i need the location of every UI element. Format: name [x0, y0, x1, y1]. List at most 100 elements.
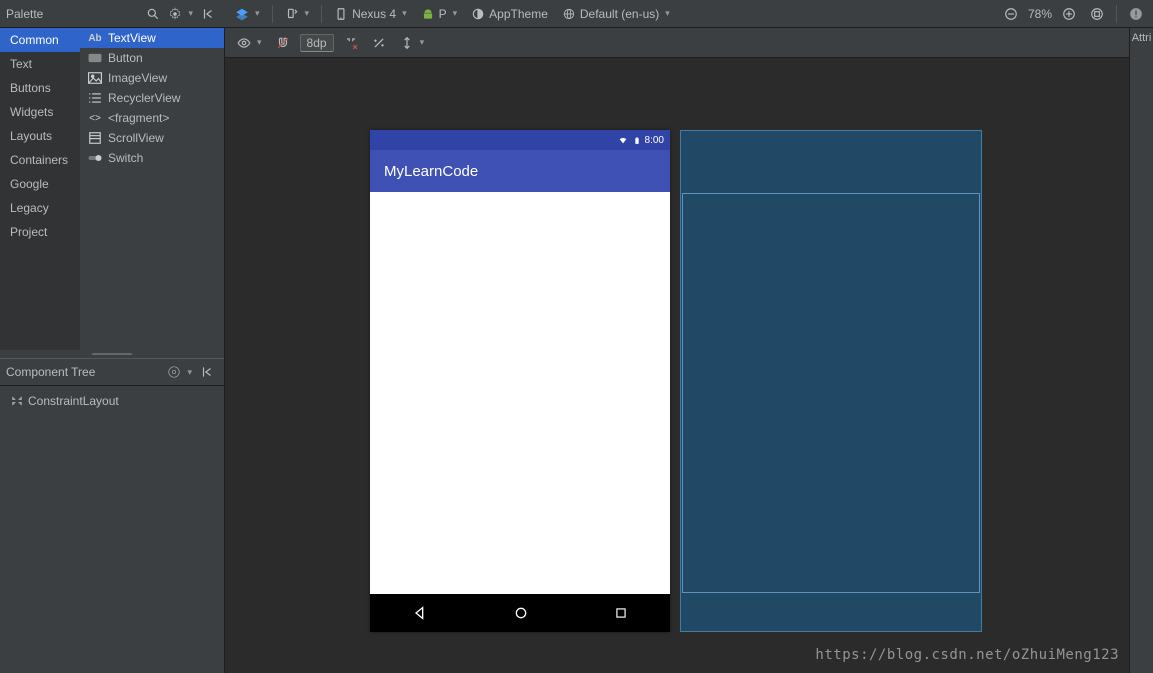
tree-collapse-button[interactable]	[196, 363, 218, 381]
textview-icon: Ab	[88, 31, 102, 45]
tree-settings-button[interactable]: ▾	[163, 363, 196, 381]
palette-component-item[interactable]: ImageView	[80, 68, 224, 88]
preview-content-area[interactable]	[370, 192, 670, 594]
palette-category-item[interactable]: Google	[0, 172, 80, 196]
zoom-in-icon	[1062, 7, 1076, 21]
palette-category-item[interactable]: Text	[0, 52, 80, 76]
api-selector[interactable]: P ▾	[417, 5, 462, 23]
tree-root-node[interactable]: ConstraintLayout	[10, 392, 214, 410]
zoom-fit-button[interactable]	[1086, 5, 1108, 23]
palette-category-item[interactable]: Buttons	[0, 76, 80, 100]
component-tree-header: Component Tree ▾	[0, 358, 224, 386]
palette-collapse-button[interactable]	[197, 5, 219, 23]
android-icon	[421, 7, 435, 21]
collapse-left-icon	[201, 7, 215, 21]
attributes-collapsed-panel[interactable]: Attri	[1129, 28, 1153, 673]
magnet-icon	[276, 36, 290, 50]
palette-components: AbTextView Button ImageView RecyclerView <><…	[80, 28, 224, 350]
layers-icon	[235, 7, 249, 21]
magnet-button[interactable]	[272, 34, 294, 52]
nav-home-icon	[513, 605, 529, 621]
palette-component-item[interactable]: ScrollView	[80, 128, 224, 148]
surfaces-button[interactable]: ▾	[231, 5, 264, 23]
palette-area: CommonTextButtonsWidgetsLayoutsContainer…	[0, 28, 224, 350]
zoom-out-icon	[1004, 7, 1018, 21]
palette-component-item[interactable]: Button	[80, 48, 224, 68]
design-canvas-panel: ▾ 8dp ▾ 8:00	[225, 28, 1129, 673]
recyclerview-icon	[88, 91, 102, 105]
palette-search-button[interactable]	[142, 5, 164, 23]
design-config-bar: ▾ ▾ Nexus 4 ▾ P ▾ AppTheme Default (en-u…	[225, 5, 1153, 23]
palette-component-item[interactable]: RecyclerView	[80, 88, 224, 108]
theme-selector[interactable]: AppTheme	[467, 5, 552, 23]
infer-constraints-button[interactable]	[368, 34, 390, 52]
component-label: ScrollView	[108, 131, 164, 145]
constraint-layout-icon	[10, 394, 24, 408]
preview-app-title: MyLearnCode	[384, 163, 478, 180]
blueprint-content-outline	[682, 193, 980, 593]
component-label: ImageView	[108, 71, 167, 85]
device-selector[interactable]: Nexus 4 ▾	[330, 5, 411, 23]
guidelines-button[interactable]: ▾	[396, 34, 429, 52]
palette-category-item[interactable]: Widgets	[0, 100, 80, 124]
imageview-icon	[88, 71, 102, 85]
palette-category-item[interactable]: Layouts	[0, 124, 80, 148]
default-margin-input[interactable]: 8dp	[300, 34, 334, 52]
preview-time: 8:00	[645, 135, 664, 146]
component-tree-title: Component Tree	[6, 365, 163, 379]
canvas-surface[interactable]: 8:00 MyLearnCode https://blog.csdn.net/o…	[225, 58, 1129, 673]
design-preview[interactable]: 8:00 MyLearnCode	[370, 130, 670, 632]
battery-icon	[633, 135, 641, 146]
zoom-label: 78%	[1028, 7, 1052, 21]
palette-category-item[interactable]: Legacy	[0, 196, 80, 220]
api-label: P	[439, 7, 447, 21]
palette-category-item[interactable]: Containers	[0, 148, 80, 172]
blueprint-preview[interactable]	[680, 130, 982, 632]
device-label: Nexus 4	[352, 7, 396, 21]
splitter-handle[interactable]	[0, 350, 224, 358]
top-toolbar: Palette ▾ ▾ ▾ Nexus 4 ▾ P ▾	[0, 0, 1153, 28]
locale-selector[interactable]: Default (en-us) ▾	[558, 5, 674, 23]
warning-icon	[1129, 7, 1143, 21]
globe-icon	[562, 7, 576, 21]
gear-icon	[168, 7, 182, 21]
clear-constraints-icon	[344, 36, 358, 50]
nav-back-icon	[412, 605, 428, 621]
palette-category-item[interactable]: Common	[0, 28, 80, 52]
component-label: <fragment>	[108, 111, 169, 125]
rotate-icon	[285, 7, 299, 21]
palette-component-item[interactable]: AbTextView	[80, 28, 224, 48]
palette-settings-button[interactable]: ▾	[164, 5, 197, 23]
switch-icon	[88, 151, 102, 165]
palette-component-item[interactable]: Switch	[80, 148, 224, 168]
component-label: Button	[108, 51, 143, 65]
scrollview-icon	[88, 131, 102, 145]
palette-panel: CommonTextButtonsWidgetsLayoutsContainer…	[0, 28, 225, 673]
palette-component-item[interactable]: <><fragment>	[80, 108, 224, 128]
eye-icon	[237, 36, 251, 50]
zoom-out-button[interactable]	[1000, 5, 1022, 23]
palette-category-item[interactable]: Project	[0, 220, 80, 244]
button-icon	[88, 51, 102, 65]
clear-constraints-button[interactable]	[340, 34, 362, 52]
guideline-icon	[400, 36, 414, 50]
warnings-button[interactable]	[1125, 5, 1147, 23]
component-label: RecyclerView	[108, 91, 180, 105]
zoom-in-button[interactable]	[1058, 5, 1080, 23]
palette-title: Palette	[6, 7, 142, 21]
wifi-icon	[617, 135, 629, 145]
fit-icon	[1090, 7, 1104, 21]
preview-nav-bar	[370, 594, 670, 632]
palette-header-bar: Palette ▾	[0, 5, 225, 23]
preview-app-bar: MyLearnCode	[370, 150, 670, 192]
collapse-left-icon	[200, 365, 214, 379]
orientation-button[interactable]: ▾	[281, 5, 314, 23]
wand-icon	[372, 36, 386, 50]
nav-recent-icon	[614, 606, 628, 620]
view-options-button[interactable]: ▾	[233, 34, 266, 52]
phone-icon	[334, 7, 348, 21]
design-sub-toolbar: ▾ 8dp ▾	[225, 28, 1129, 58]
tree-root-label: ConstraintLayout	[28, 394, 119, 408]
search-icon	[146, 7, 160, 21]
attributes-label: Attri	[1132, 32, 1152, 44]
